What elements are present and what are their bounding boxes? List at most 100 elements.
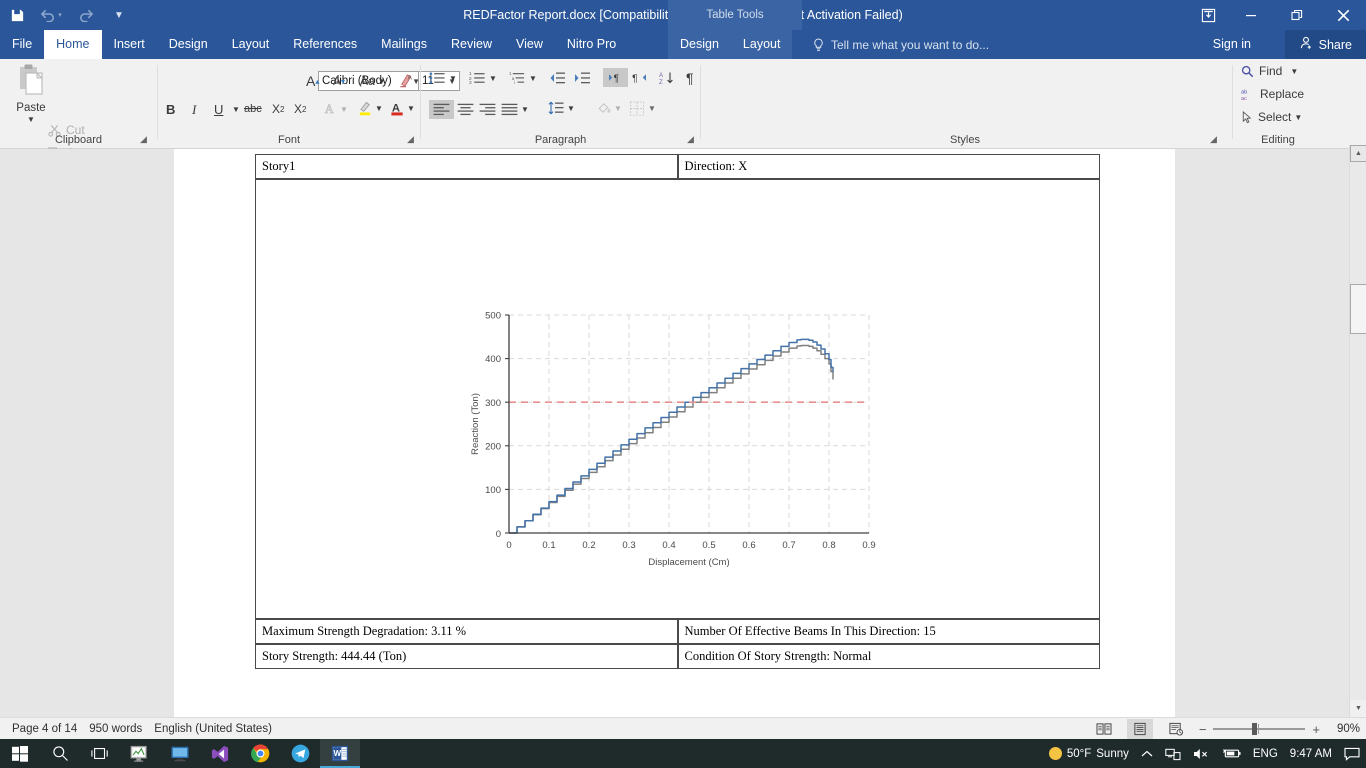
- task-view-icon[interactable]: [80, 739, 120, 768]
- scroll-up-icon[interactable]: ▲: [1350, 145, 1366, 162]
- language-indicator[interactable]: ENG: [1247, 739, 1284, 768]
- cell-story[interactable]: Story1: [255, 154, 678, 179]
- scrollbar-thumb[interactable]: [1350, 284, 1366, 334]
- tab-layout[interactable]: Layout: [220, 30, 282, 59]
- tab-insert[interactable]: Insert: [102, 30, 157, 59]
- chevron-down-icon[interactable]: ▼: [1294, 113, 1302, 122]
- styles-dialog-launcher[interactable]: ◢: [1208, 134, 1219, 145]
- underline-dropdown-icon[interactable]: ▼: [232, 105, 240, 114]
- cell-max-degradation[interactable]: Maximum Strength Degradation: 3.11 %: [255, 619, 678, 644]
- word-count-status[interactable]: 950 words: [89, 723, 142, 735]
- font-dialog-launcher[interactable]: ◢: [405, 134, 416, 145]
- replace-button[interactable]: ab ac Replace: [1241, 87, 1304, 101]
- select-button[interactable]: Select ▼: [1241, 110, 1302, 124]
- cell-effective-beams[interactable]: Number Of Effective Beams In This Direct…: [677, 619, 1100, 644]
- undo-icon[interactable]: ▾: [34, 0, 68, 30]
- vertical-scrollbar[interactable]: ▲ ▼: [1349, 145, 1366, 717]
- paragraph-dialog-launcher[interactable]: ◢: [685, 134, 696, 145]
- underline-button[interactable]: U: [214, 102, 223, 117]
- close-icon[interactable]: [1320, 0, 1366, 30]
- cell-condition[interactable]: Condition Of Story Strength: Normal: [677, 644, 1100, 669]
- share-button[interactable]: Share: [1284, 30, 1366, 59]
- minimize-icon[interactable]: [1228, 0, 1274, 30]
- ltr-text-direction-button[interactable]: ¶: [603, 68, 628, 87]
- change-case-button[interactable]: Aa ▼: [360, 74, 386, 88]
- zoom-thumb[interactable]: [1252, 723, 1258, 735]
- tab-references[interactable]: References: [281, 30, 369, 59]
- weather-widget[interactable]: 50°F Sunny: [1043, 739, 1135, 768]
- decrease-font-size-button[interactable]: A ▾: [333, 74, 345, 88]
- language-status[interactable]: English (United States): [154, 723, 272, 735]
- taskbar-app-visual-studio[interactable]: [200, 739, 240, 768]
- tab-file[interactable]: File: [0, 30, 44, 59]
- font-color-icon[interactable]: A ▼: [390, 100, 415, 117]
- taskbar-app-chart[interactable]: [120, 739, 160, 768]
- chevron-down-icon[interactable]: ▼: [1290, 67, 1298, 76]
- scroll-down-icon[interactable]: ▼: [1350, 700, 1366, 717]
- scrollbar-track[interactable]: [1350, 162, 1366, 700]
- bold-button[interactable]: B: [166, 102, 175, 117]
- cell-chart[interactable]: 0 100 200 300 400 500 0 0.1 0.2 0.3 0.4 …: [255, 179, 1100, 619]
- align-right-button[interactable]: [479, 103, 496, 116]
- clock[interactable]: 9:47 AM: [1284, 739, 1338, 768]
- zoom-slider[interactable]: − +: [1199, 722, 1320, 737]
- page-number-status[interactable]: Page 4 of 14: [12, 723, 77, 735]
- read-mode-icon[interactable]: [1091, 719, 1117, 739]
- align-center-button[interactable]: [457, 103, 474, 116]
- bullets-icon[interactable]: ▼: [429, 71, 457, 85]
- zoom-track[interactable]: [1213, 723, 1306, 735]
- justify-button[interactable]: ▼: [501, 103, 529, 116]
- rtl-text-direction-button[interactable]: ¶: [631, 71, 648, 84]
- web-layout-icon[interactable]: [1163, 719, 1189, 739]
- italic-button[interactable]: I: [192, 102, 196, 118]
- save-icon[interactable]: [0, 0, 34, 30]
- align-left-button[interactable]: [429, 100, 454, 119]
- cell-story-strength[interactable]: Story Strength: 444.44 (Ton): [255, 644, 678, 669]
- show-hidden-icons[interactable]: [1135, 739, 1159, 768]
- clipboard-dialog-launcher[interactable]: ◢: [138, 134, 149, 145]
- volume-muted-icon[interactable]: [1187, 739, 1216, 768]
- zoom-in-button[interactable]: +: [1312, 722, 1320, 737]
- taskbar-app-word[interactable]: W: [320, 739, 360, 768]
- decrease-indent-icon[interactable]: [548, 71, 566, 85]
- increase-font-size-button[interactable]: A ▴: [306, 73, 319, 89]
- search-icon[interactable]: [40, 739, 80, 768]
- tab-review[interactable]: Review: [439, 30, 504, 59]
- zoom-level-label[interactable]: 90%: [1330, 723, 1360, 735]
- restore-icon[interactable]: [1274, 0, 1320, 30]
- taskbar-app-display[interactable]: [160, 739, 200, 768]
- sort-icon[interactable]: AZ: [659, 71, 675, 85]
- redo-icon[interactable]: [68, 0, 102, 30]
- print-layout-icon[interactable]: [1126, 719, 1153, 739]
- start-button[interactable]: [0, 739, 40, 768]
- ribbon-display-options-icon[interactable]: [1188, 0, 1228, 30]
- taskbar-app-telegram[interactable]: [280, 739, 320, 768]
- tab-design[interactable]: Design: [157, 30, 220, 59]
- customize-qat-icon[interactable]: ▼: [102, 0, 136, 30]
- superscript-button[interactable]: X2: [294, 102, 306, 116]
- battery-icon[interactable]: [1216, 739, 1247, 768]
- tab-view[interactable]: View: [504, 30, 555, 59]
- tab-nitro-pro[interactable]: Nitro Pro: [555, 30, 628, 59]
- line-spacing-icon[interactable]: ▼: [548, 101, 575, 115]
- zoom-out-button[interactable]: −: [1199, 722, 1207, 737]
- show-formatting-marks-button[interactable]: ¶: [686, 70, 694, 86]
- clear-formatting-icon[interactable]: A: [398, 72, 415, 89]
- tab-mailings[interactable]: Mailings: [369, 30, 439, 59]
- tab-home[interactable]: Home: [44, 30, 102, 59]
- numbering-icon[interactable]: 123 ▼: [469, 71, 497, 85]
- tell-me-search[interactable]: Tell me what you want to do...: [812, 30, 989, 59]
- strikethrough-button[interactable]: abc: [244, 103, 262, 115]
- find-button[interactable]: Find ▼: [1241, 64, 1298, 78]
- paste-caret-icon[interactable]: ▼: [27, 115, 35, 124]
- tab-table-design[interactable]: Design: [668, 30, 731, 59]
- increase-indent-icon[interactable]: [573, 71, 591, 85]
- text-highlight-color-icon[interactable]: ▼: [358, 100, 383, 117]
- taskbar-app-chrome[interactable]: [240, 739, 280, 768]
- multilevel-list-icon[interactable]: 1ai ▼: [509, 71, 537, 85]
- tab-table-layout[interactable]: Layout: [731, 30, 793, 59]
- subscript-button[interactable]: X2: [272, 102, 284, 116]
- document-page[interactable]: Story1 Direction: X 0 100 200 300 400 50…: [174, 149, 1175, 717]
- network-icon[interactable]: [1159, 739, 1187, 768]
- sign-in-button[interactable]: Sign in: [1213, 30, 1251, 59]
